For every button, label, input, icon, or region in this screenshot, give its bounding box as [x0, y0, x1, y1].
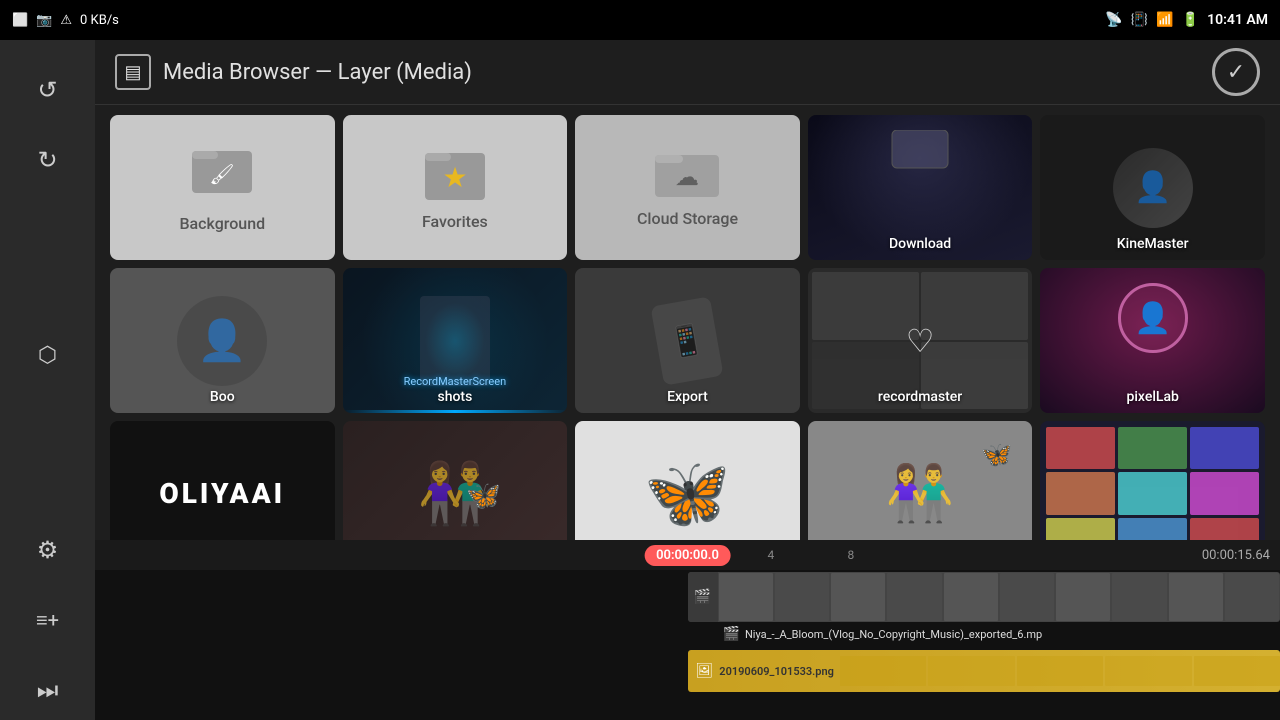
video-track: 🎬 — [95, 572, 1280, 624]
media-item-favorites[interactable]: ★ Favorites — [343, 115, 568, 260]
media-item-recordmaster-screenshots[interactable]: RecordMasterScreen shots — [343, 268, 568, 413]
cloud-storage-label: Cloud Storage — [637, 209, 738, 228]
svg-text:🖌: 🖌 — [210, 162, 235, 186]
undo-icon: ↺ — [37, 76, 57, 104]
screen-icon: ⬜ — [12, 13, 28, 28]
boo-label: Boo — [110, 389, 335, 405]
redo-icon: ↻ — [37, 146, 57, 174]
media-item-boo[interactable]: 👤 Boo — [110, 268, 335, 413]
svg-text:☁: ☁ — [675, 163, 699, 191]
status-left: ⬜ 📷 ⚠ 0 KB/s — [12, 13, 119, 28]
media-item-powerdirector[interactable]: PowerDirector — [1040, 421, 1265, 540]
current-timecode: 00:00:00.0 — [644, 545, 731, 566]
data-rate: 0 KB/s — [80, 13, 119, 28]
video-track-label-row: 🎬 Niya_-_A_Bloom_(Vlog_No_Copyright_Musi… — [95, 626, 1280, 646]
media-area: 🖌 Background ★ Favorites — [95, 105, 1280, 540]
image-track: 🖼 20190609_101533.png — [95, 650, 1280, 694]
image-track-bar[interactable]: 🖼 20190609_101533.png — [688, 650, 1280, 692]
skip-icon: ⏭ — [37, 676, 59, 704]
ruler-mark-4: 4 — [768, 548, 775, 562]
done-button[interactable]: ✓ — [1212, 48, 1260, 96]
media-item-snapseed[interactable]: 👫 🦋 Snapseed — [343, 421, 568, 540]
signal-icon: 📶 — [1156, 12, 1173, 28]
image-track-label: 20190609_101533.png — [719, 665, 834, 678]
media-item-pins[interactable]: 👫 🦋 Pins — [808, 421, 1033, 540]
warning-icon: ⚠ — [60, 13, 72, 28]
header: ▤ Media Browser — Layer (Media) ✓ — [95, 40, 1280, 105]
page-title: Media Browser — Layer (Media) — [163, 60, 472, 85]
recordmaster-screenshots-label: shots — [343, 389, 568, 405]
main-content: ▤ Media Browser — Layer (Media) ✓ 🖌 Back… — [95, 40, 1280, 720]
star-icon: ★ — [425, 145, 485, 204]
timeline-tracks: 🎬 — [95, 570, 1280, 720]
folder-icon: 🖌 — [192, 143, 252, 206]
gear-icon: ⚙ — [37, 536, 59, 564]
download-label: Download — [808, 236, 1033, 252]
timeline-ruler: 00:00:00.0 4 8 00:00:15.64 — [95, 540, 1280, 570]
ruler-mark-8: 8 — [848, 548, 855, 562]
kinemaster-label: KineMaster — [1040, 236, 1265, 252]
header-title-group: ▤ Media Browser — Layer (Media) — [115, 54, 472, 90]
checkmark-icon: ✓ — [1227, 60, 1245, 85]
media-item-pixellab[interactable]: 👤 pixelLab — [1040, 268, 1265, 413]
background-label: Background — [179, 214, 265, 233]
export-label: Export — [575, 389, 800, 405]
video-track-label: 🎬 Niya_-_A_Bloom_(Vlog_No_Copyright_Musi… — [723, 626, 1043, 642]
battery-icon: 🔋 — [1182, 12, 1199, 28]
media-item-background[interactable]: 🖌 Background — [110, 115, 335, 260]
media-item-quik[interactable]: OLIYAAI Quik — [110, 421, 335, 540]
share-icon: ⬡ — [38, 343, 57, 368]
timeline: 00:00:00.0 4 8 00:00:15.64 🎬 — [95, 540, 1280, 720]
media-item-picsart[interactable]: 🦋 PicsArt — [575, 421, 800, 540]
film-icon: ▤ — [124, 62, 141, 83]
sidebar: ↺ ↻ ⬡ ⚙ ≡+ ⏭ — [0, 40, 95, 720]
cloud-storage-icon: ☁ — [655, 147, 719, 201]
media-item-cloud-storage[interactable]: ☁ Cloud Storage — [575, 115, 800, 260]
cast-icon: 📡 — [1105, 12, 1122, 28]
media-grid: 🖌 Background ★ Favorites — [110, 115, 1265, 540]
media-browser-icon: ▤ — [115, 54, 151, 90]
settings-button[interactable]: ⚙ — [18, 520, 78, 580]
skip-forward-button[interactable]: ⏭ — [18, 660, 78, 720]
favorites-label: Favorites — [422, 212, 488, 231]
vibrate-icon: 📳 — [1131, 12, 1148, 28]
status-bar: ⬜ 📷 ⚠ 0 KB/s 📡 📳 📶 🔋 10:41 AM — [0, 0, 1280, 40]
status-right: 📡 📳 📶 🔋 10:41 AM — [1105, 12, 1268, 28]
media-item-kinemaster[interactable]: 👤 KineMaster — [1040, 115, 1265, 260]
end-timecode: 00:00:15.64 — [1202, 548, 1270, 563]
redo-button[interactable]: ↻ — [18, 130, 78, 190]
undo-button[interactable]: ↺ — [18, 60, 78, 120]
clock: 10:41 AM — [1207, 12, 1268, 28]
camera-icon: 📷 — [36, 13, 52, 28]
media-item-export[interactable]: 📱 Export — [575, 268, 800, 413]
layers-icon: ≡+ — [36, 608, 59, 633]
layers-button[interactable]: ≡+ — [18, 590, 78, 650]
media-item-recordmaster[interactable]: ♡ recordmaster — [808, 268, 1033, 413]
media-item-download[interactable]: Download — [808, 115, 1033, 260]
svg-text:★: ★ — [442, 161, 467, 194]
share-button[interactable]: ⬡ — [18, 325, 78, 385]
pixellab-label: pixelLab — [1040, 389, 1265, 405]
video-track-bar[interactable]: 🎬 — [688, 572, 1280, 622]
recordmaster-label: recordmaster — [808, 389, 1033, 405]
